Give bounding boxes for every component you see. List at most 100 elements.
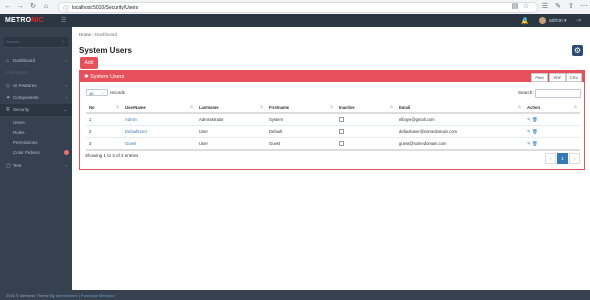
- column-header-firstname[interactable]: Firstname ⇅: [266, 102, 336, 114]
- user-name: admin: [549, 18, 563, 24]
- username-link[interactable]: Guest: [125, 141, 136, 146]
- add-button[interactable]: Add: [80, 57, 98, 69]
- csv-button[interactable]: CSV: [566, 73, 582, 82]
- cell-firstname: System: [266, 113, 336, 126]
- page-length-select[interactable]: 10 ⌄: [86, 89, 108, 96]
- reader-icon[interactable]: ▤: [511, 3, 519, 11]
- column-header-label: Inactive: [339, 104, 355, 110]
- column-header-label: UserName: [125, 104, 146, 110]
- delete-icon[interactable]: 🗑: [532, 117, 538, 122]
- sort-icon: ⇅: [116, 105, 119, 109]
- print-button[interactable]: Print: [531, 73, 548, 82]
- sidebar-item-components[interactable]: ✦ Components ‹: [0, 92, 72, 104]
- column-header-no[interactable]: No ⇅: [86, 102, 122, 114]
- sidebar-subitem-roles[interactable]: Roles: [13, 130, 25, 135]
- sort-icon: ⇅: [190, 105, 193, 109]
- cell-inactive: [336, 125, 396, 138]
- pagination-page[interactable]: 1: [557, 153, 568, 164]
- column-header-label: Firstname: [269, 104, 290, 110]
- address-bar[interactable]: ⓘ localhost:5010/Security/Users: [58, 2, 538, 13]
- chevron-left-icon: ‹: [65, 163, 67, 168]
- pagination-prev[interactable]: ‹: [545, 153, 556, 164]
- extensions-icon[interactable]: ☰: [541, 3, 549, 11]
- back-icon[interactable]: ←: [4, 3, 12, 11]
- sort-icon: ⇅: [390, 105, 393, 109]
- cell-email: elboye@gmail.com: [396, 113, 524, 126]
- cell-username: Admin: [122, 113, 196, 126]
- sidebar-item-test[interactable]: ▢ Test ‹: [0, 160, 72, 172]
- cell-no: 2: [86, 125, 122, 138]
- column-header-label: No: [89, 104, 95, 110]
- sidebar-item-dashboard[interactable]: ⌂ Dashboard ‹: [0, 55, 72, 67]
- pen-icon[interactable]: ✎: [554, 3, 562, 11]
- chevron-left-icon: ‹: [65, 95, 67, 100]
- top-navbar: METRONIC ☰ 🔔 1 admin ▾ ⇥: [0, 14, 590, 27]
- column-header-lastname[interactable]: Lastname ⇅: [196, 102, 266, 114]
- inactive-checkbox[interactable]: [339, 116, 344, 122]
- sidebar-subitem-permissions[interactable]: Permissions: [13, 140, 38, 145]
- column-header-email[interactable]: Email ⇅: [396, 102, 524, 114]
- sidebar-item-label: Security: [13, 107, 30, 112]
- sidebar-toggle-icon[interactable]: ☰: [61, 17, 66, 24]
- users-table: No ⇅ UserName ⇅ Lastname ⇅ Firstname ⇅ Inact…: [86, 102, 580, 151]
- status-badge: [64, 150, 69, 155]
- edit-icon[interactable]: ✎: [527, 117, 531, 122]
- sort-icon: ⇅: [574, 105, 577, 109]
- username-link[interactable]: DefaultUser: [125, 129, 147, 134]
- share-icon[interactable]: ⇧: [567, 3, 575, 11]
- logout-icon[interactable]: ⇥: [576, 17, 581, 24]
- breadcrumb: Home › Dashboard: [79, 32, 117, 37]
- cell-firstname: Guest: [266, 137, 336, 151]
- edit-icon[interactable]: ✎: [527, 129, 531, 134]
- search-icon: ⌕: [62, 39, 65, 45]
- brand-logo[interactable]: METRONIC: [5, 17, 44, 24]
- puzzle-icon: ✦: [6, 95, 11, 101]
- column-header-action[interactable]: Action ⇅: [524, 102, 580, 114]
- menu-icon[interactable]: ⋯: [580, 3, 588, 11]
- forward-icon[interactable]: →: [16, 3, 24, 11]
- lock-icon: ⓘ: [63, 7, 70, 13]
- cell-firstname: Default: [266, 125, 336, 138]
- sidebar-search-input[interactable]: Search... ⌕: [4, 37, 68, 48]
- sidebar-item-ui-features[interactable]: ◇ UI Features ‹: [0, 80, 72, 92]
- column-header-inactive[interactable]: Inactive ⇅: [336, 102, 396, 114]
- footer-link-keenthemes[interactable]: keenthemes: [56, 293, 78, 298]
- pdf-button[interactable]: PDF: [549, 73, 566, 82]
- sidebar-subitem-color-pickers[interactable]: Color Pickers: [13, 150, 40, 155]
- shield-icon: ⛨: [6, 107, 10, 113]
- username-link[interactable]: Admin: [125, 117, 137, 122]
- users-portlet: ✱ System Users Print PDF CSV 10 ⌄ record…: [79, 70, 585, 170]
- user-menu[interactable]: admin ▾: [549, 18, 567, 24]
- column-header-label: Action: [527, 104, 541, 110]
- cell-no: 3: [86, 137, 122, 151]
- sidebar-item-security[interactable]: ⛨ Security ⌄: [0, 104, 72, 116]
- footer-text: 2016 © Metronic Theme By keenthemes | Pu…: [6, 293, 115, 298]
- star-icon[interactable]: ☆: [522, 3, 530, 11]
- table-search-input[interactable]: [535, 89, 581, 98]
- sidebar-subitem-users[interactable]: Users: [13, 120, 25, 125]
- avatar[interactable]: [539, 17, 546, 24]
- page-length-value: 10: [89, 91, 94, 96]
- edit-icon[interactable]: ✎: [527, 141, 531, 146]
- pagination-next[interactable]: ›: [569, 153, 580, 164]
- table-info: Showing 1 to 3 of 3 entries: [85, 153, 139, 158]
- column-header-username[interactable]: UserName ⇅: [122, 102, 196, 114]
- home-icon[interactable]: ⌂: [42, 3, 50, 11]
- diamond-icon: ◇: [6, 83, 10, 89]
- breadcrumb-home[interactable]: Home: [79, 32, 91, 37]
- cell-action: ✎ 🗑: [524, 137, 580, 151]
- settings-gear-button[interactable]: ⚙: [572, 45, 583, 56]
- delete-icon[interactable]: 🗑: [532, 141, 538, 146]
- footer-copyright: 2016 © Metronic Theme By: [6, 292, 55, 298]
- cell-action: ✎ 🗑: [524, 113, 580, 126]
- delete-icon[interactable]: 🗑: [532, 129, 538, 134]
- search-placeholder: Search...: [6, 39, 23, 44]
- reload-icon[interactable]: ↻: [29, 3, 37, 11]
- inactive-checkbox[interactable]: [339, 140, 344, 146]
- chevron-left-icon: ‹: [65, 83, 67, 88]
- portlet-header: ✱ System Users Print PDF CSV: [80, 71, 584, 82]
- sidebar-heading: FEATURES: [6, 71, 29, 75]
- footer-link-purchase[interactable]: Purchase Metronic!: [81, 293, 115, 298]
- column-header-label: Email: [399, 104, 411, 110]
- inactive-checkbox[interactable]: [339, 128, 344, 134]
